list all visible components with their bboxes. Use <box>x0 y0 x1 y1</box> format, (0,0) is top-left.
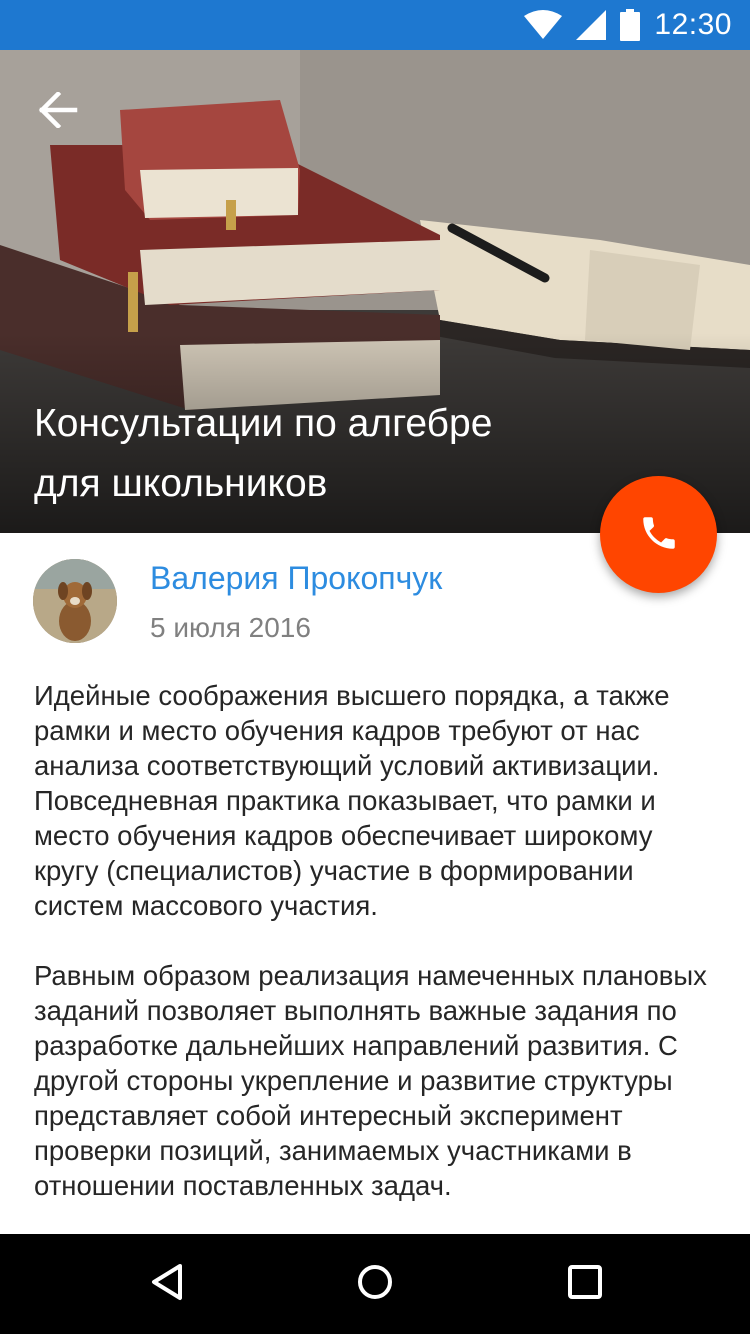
nav-home-button[interactable] <box>347 1256 403 1312</box>
signal-icon <box>576 10 607 40</box>
post-date: 5 июля 2016 <box>150 612 311 643</box>
article-body: Идейные соображения высшего порядка, а т… <box>34 678 724 1234</box>
battery-icon <box>620 9 641 41</box>
recents-square-icon <box>567 1264 603 1304</box>
back-button[interactable] <box>30 84 86 140</box>
avatar[interactable] <box>33 559 117 643</box>
wifi-icon <box>524 10 563 40</box>
page-title-line-1: Консультации по алгебре <box>34 402 493 445</box>
article-paragraph: Равным образом реализация намеченных пла… <box>34 960 707 1201</box>
nav-back-button[interactable] <box>139 1256 195 1312</box>
back-triangle-icon <box>149 1263 185 1305</box>
system-nav-bar <box>0 1234 750 1334</box>
author-name[interactable]: Валерия Прокопчук <box>150 560 442 597</box>
status-time: 12:30 <box>654 8 732 41</box>
page-title-line-2: для школьников <box>34 462 328 505</box>
hero-image: Консультации по алгебре для школьников <box>0 50 750 533</box>
home-circle-icon <box>356 1263 394 1305</box>
arrow-back-icon <box>38 90 78 132</box>
status-bar: 12:30 <box>0 0 750 50</box>
page-title: Консультации по алгебре для школьников <box>34 394 594 514</box>
phone-icon <box>638 512 680 558</box>
article-paragraph: Идейные соображения высшего порядка, а т… <box>34 680 670 921</box>
call-button[interactable] <box>600 476 717 593</box>
nav-recents-button[interactable] <box>557 1256 613 1312</box>
